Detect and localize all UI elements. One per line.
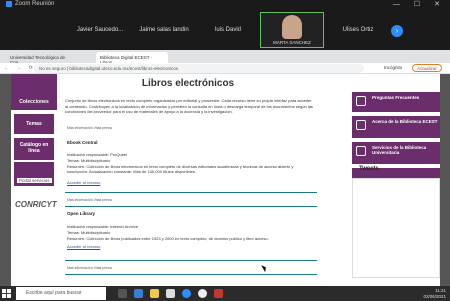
- services-box[interactable]: Servicios de la Biblioteca Universitaria: [352, 142, 440, 164]
- office-icon[interactable]: [214, 289, 223, 298]
- resource-title: Open Library: [67, 211, 96, 216]
- resource-topics: Temas: Multidisciplinario: [67, 230, 111, 235]
- resource-access-link[interactable]: Acceder al recurso: [67, 244, 312, 249]
- left-navigation: Colecciones Temas Catálogo en línea Port…: [11, 74, 57, 286]
- left-screen-border: [0, 74, 11, 286]
- participant-name: luis David: [214, 27, 241, 33]
- twitter-header: Tweets: [359, 166, 379, 172]
- window-controls[interactable]: — ☐ ✕: [393, 0, 446, 8]
- services-icon: [356, 146, 366, 156]
- update-button[interactable]: Actualizar: [412, 64, 442, 72]
- question-icon: [356, 96, 366, 106]
- divider: [65, 274, 317, 275]
- taskbar-search[interactable]: Escribe aquí para buscar: [16, 287, 106, 300]
- about-box[interactable]: Acerca de la Biblioteca ECEST: [352, 116, 440, 138]
- resource-access-link[interactable]: Acceder al recurso: [67, 180, 312, 185]
- publication-links[interactable]: Más información Vista previa: [67, 266, 112, 270]
- incognito-label: Incógnito: [384, 65, 403, 70]
- browser-tab-active[interactable]: Biblioteca Digital ECEST · Libros ...: [96, 52, 168, 65]
- folder-icon[interactable]: [150, 289, 159, 298]
- resource-title: Ebook Central: [67, 140, 98, 145]
- divider: [65, 260, 317, 261]
- resource-responsible: Institución responsable: Internet Archiv…: [67, 224, 138, 229]
- participant-name: MARTA SANCHEZ: [273, 40, 311, 45]
- intro-text: Conjunto de libros electrónicos en texto…: [65, 98, 313, 114]
- resource-topics: Temas: Multidisciplinario: [67, 158, 111, 163]
- participant-video: [282, 15, 302, 39]
- box-label: Servicios de la Biblioteca Universitaria: [372, 145, 427, 155]
- participant-name: Javier Saucedo...: [76, 27, 124, 33]
- windows-start-icon[interactable]: [2, 289, 11, 298]
- nav-buttons[interactable]: ← → ⟳: [4, 65, 36, 71]
- browser-tab[interactable]: Universidad Tecnológica de Coa...: [6, 52, 78, 65]
- publication-links[interactable]: Más información Vista previa: [67, 198, 112, 202]
- faq-box[interactable]: Preguntas Frecuentes: [352, 92, 440, 112]
- resource-responsible: Institución responsable: ProQuest: [67, 152, 128, 157]
- zoom-app-icon[interactable]: [182, 289, 191, 298]
- box-label: Preguntas Frecuentes: [372, 95, 420, 100]
- page-title: Libros electrónicos: [141, 78, 235, 89]
- resource-summary: Resumen: Colección de libros electrónico…: [67, 164, 294, 174]
- divider: [65, 206, 317, 207]
- chrome-icon[interactable]: [198, 289, 207, 298]
- zoom-icon: [6, 1, 12, 7]
- nav-item-catalogo[interactable]: Catálogo en línea: [14, 138, 54, 160]
- resource-summary: Resumen: Colección de libros publicados …: [67, 236, 269, 241]
- participant-name: Jaime salas landin: [139, 27, 189, 33]
- edge-icon[interactable]: [134, 289, 143, 298]
- store-icon[interactable]: [166, 289, 175, 298]
- participant-tile[interactable]: Ulises Ortiz: [326, 12, 390, 48]
- zoom-window-bar: Zoom Reunión — ☐ ✕ Javier Saucedo... Jai…: [0, 0, 450, 50]
- system-tray[interactable]: 11:21 02/06/2021: [423, 288, 446, 299]
- portal-button[interactable]: Portal servicios: [17, 178, 52, 183]
- nav-item-colecciones[interactable]: Colecciones: [14, 94, 54, 110]
- zoom-title: Zoom Reunión: [6, 1, 54, 7]
- mouse-cursor-icon: [261, 263, 268, 273]
- windows-taskbar: Escribe aquí para buscar 11:21 02/06/2021: [0, 286, 450, 301]
- twitter-feed[interactable]: [352, 178, 440, 278]
- right-screen-border: [440, 74, 450, 286]
- address-bar: ← → ⟳ No es seguro | bibliotecadigital.u…: [0, 63, 450, 74]
- right-panel: Preguntas Frecuentes Acerca de la Biblio…: [319, 74, 440, 286]
- clock-date: 02/06/2021: [423, 293, 446, 299]
- info-icon: [356, 120, 366, 130]
- browser-tab-strip: Universidad Tecnológica de Coa... Biblio…: [0, 50, 450, 65]
- task-view-icon[interactable]: [118, 289, 127, 298]
- participant-tile[interactable]: luis David: [196, 12, 260, 48]
- conricyt-logo: CONRICYT: [15, 200, 57, 209]
- participant-tile[interactable]: Javier Saucedo...: [68, 12, 132, 48]
- url-field[interactable]: No es seguro | bibliotecadigital.uteco.e…: [34, 64, 364, 73]
- main-content: Libros electrónicos Conjunto de libros e…: [57, 74, 319, 286]
- next-page-arrow-icon[interactable]: ›: [391, 25, 403, 37]
- divider: [65, 192, 317, 193]
- zoom-title-text: Zoom Reunión: [15, 1, 55, 7]
- box-label: Acerca de la Biblioteca ECEST: [372, 119, 438, 124]
- nav-item-temas[interactable]: Temas: [14, 114, 54, 134]
- participant-name: Ulises Ortiz: [342, 27, 374, 33]
- participant-tile[interactable]: Jaime salas landin: [132, 12, 196, 48]
- active-speaker-tile[interactable]: MARTA SANCHEZ: [260, 12, 324, 48]
- publication-links[interactable]: Más información Vista previa: [67, 126, 112, 130]
